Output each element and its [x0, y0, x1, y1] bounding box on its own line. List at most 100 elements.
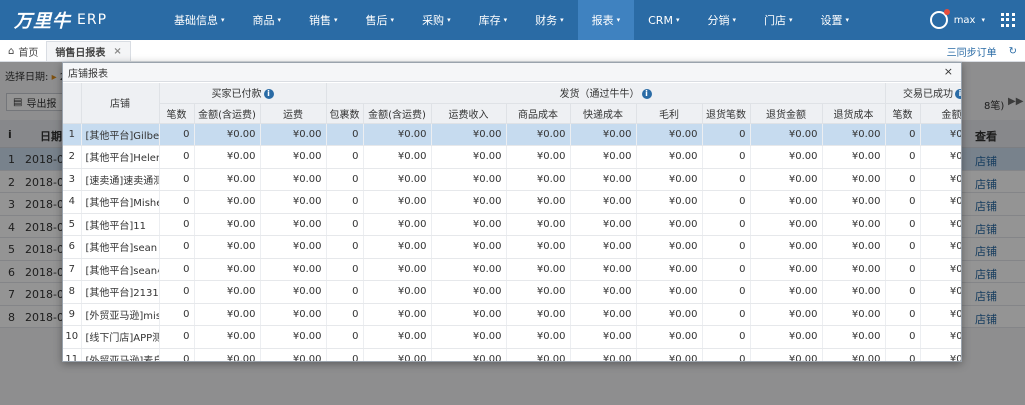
chevron-down-icon: ▾: [732, 16, 736, 24]
table-row[interactable]: 9[外贸亚马逊]mishe0¥0.00¥0.000¥0.00¥0.00¥0.00…: [63, 303, 961, 326]
row-shop-name: [其他平台]11: [81, 213, 160, 236]
table-row[interactable]: 6[其他平台]sean 的0¥0.00¥0.000¥0.00¥0.00¥0.00…: [63, 235, 961, 259]
table-row[interactable]: 3[速卖通]速卖通测试0¥0.00¥0.000¥0.00¥0.00¥0.00¥0…: [63, 168, 961, 191]
table-row[interactable]: 2[其他平台]Helen的0¥0.00¥0.000¥0.00¥0.00¥0.00…: [63, 145, 961, 169]
user-caret-icon[interactable]: ▾: [981, 16, 985, 24]
nav-item[interactable]: 设置 ▾: [807, 0, 864, 40]
row-value: 0: [885, 348, 921, 361]
modal-close-icon[interactable]: ×: [944, 65, 953, 78]
table-row[interactable]: 5 [其他平台]11 0 ¥0.00 ¥0.00 0 ¥0.00 ¥0.00 ¥0.00 ¥0.0…: [63, 213, 961, 236]
row-value: ¥0.00: [570, 213, 637, 236]
row-value: ¥0.00: [194, 213, 261, 236]
row-value: ¥0.00: [363, 303, 432, 326]
nav-item[interactable]: 销售 ▾: [295, 0, 352, 40]
nav-item[interactable]: 基础信息 ▾: [160, 0, 239, 40]
user-avatar-icon[interactable]: [929, 9, 950, 29]
row-value: 0: [885, 325, 921, 349]
nav-item[interactable]: CRM ▾: [634, 0, 693, 40]
row-value: ¥0.00: [260, 190, 327, 214]
group-success-label: 交易已成功: [903, 89, 953, 101]
row-value: 0: [885, 280, 921, 304]
info-icon[interactable]: i: [263, 89, 274, 100]
tab-close-icon[interactable]: ×: [113, 46, 121, 57]
row-shop-name: [其他平台]213123: [81, 280, 160, 304]
info-icon[interactable]: i: [955, 89, 961, 100]
row-shop-name: [外贸亚马逊]mishe: [81, 303, 160, 326]
row-index: 9: [63, 303, 82, 326]
row-value: 0: [885, 123, 921, 146]
row-value: 0: [159, 145, 195, 169]
table-row[interactable]: 7[其他平台]sean小店0¥0.00¥0.000¥0.00¥0.00¥0.00…: [63, 258, 961, 281]
row-value: 0: [159, 190, 195, 214]
row-value: ¥0.00: [506, 190, 571, 214]
nav-item[interactable]: 分销 ▾: [693, 0, 750, 40]
group-buyer-paid: 买家已付款 i: [159, 83, 327, 104]
row-value: ¥0.00: [194, 235, 261, 259]
row-value: ¥0.00: [260, 348, 327, 361]
row-value: ¥0.00: [363, 325, 432, 349]
logo[interactable]: 万里牛 ERP: [0, 7, 160, 33]
table-row[interactable]: 8[其他平台]2131230¥0.00¥0.000¥0.00¥0.00¥0.00…: [63, 280, 961, 304]
row-value: ¥0.00: [260, 168, 327, 191]
table-row[interactable]: 4[其他平台]Mishell的0¥0.00¥0.000¥0.00¥0.00¥0.…: [63, 190, 961, 214]
page-tabs: ⌂ 首页 销售日报表 × 三同步订单 ↻: [0, 40, 1025, 62]
row-value: ¥0.00: [431, 190, 507, 214]
row-value: 0: [702, 303, 751, 326]
nav-item-label: 采购: [422, 14, 445, 27]
group-shipped: 发货（通过牛牛） i: [326, 83, 886, 104]
nav-item[interactable]: 门店 ▾: [750, 0, 807, 40]
notification-dot: [943, 9, 950, 15]
shop-report-table-wrap[interactable]: 店铺 买家已付款 i 发货（通过牛牛） i 交易已成功 i 笔数 金额(含运费) 运费 包裹…: [63, 83, 961, 361]
user-name[interactable]: max: [954, 15, 976, 26]
row-value: ¥0.00: [431, 213, 507, 236]
row-value: ¥0.00: [260, 213, 327, 236]
chevron-down-icon: ▾: [616, 16, 621, 24]
row-value: ¥0.00: [431, 280, 507, 304]
row-value: ¥0.00: [920, 145, 961, 169]
nav-item[interactable]: 售后 ▾: [352, 0, 409, 40]
row-value: ¥0.00: [570, 280, 637, 304]
refresh-icon[interactable]: ↻: [1009, 46, 1017, 57]
row-value: ¥0.00: [260, 325, 327, 349]
tab-home[interactable]: ⌂ 首页: [0, 41, 46, 61]
row-shop-name: [线下门店]APP测试: [81, 325, 160, 349]
nav-item[interactable]: 财务 ▾: [521, 0, 578, 40]
table-row[interactable]: 11[外贸亚马逊]麦自店0¥0.00¥0.000¥0.00¥0.00¥0.00¥…: [63, 348, 961, 361]
sync-orders-button[interactable]: 三同步订单: [947, 44, 997, 59]
row-value: 0: [159, 213, 195, 236]
row-value: 0: [159, 303, 195, 326]
chevron-down-icon: ▾: [277, 16, 282, 24]
row-shop-name: [其他平台]sean小店: [81, 258, 160, 281]
nav-item[interactable]: 报表 ▾: [577, 0, 635, 40]
row-shop-name: [其他平台]Mishell的: [81, 190, 160, 214]
shop-report-table: 店铺 买家已付款 i 发货（通过牛牛） i 交易已成功 i 笔数 金额(含运费) 运费 包裹…: [63, 83, 961, 361]
column-header: 商品成本: [506, 103, 571, 124]
table-row[interactable]: 1[其他平台]Gilbert的0¥0.00¥0.000¥0.00¥0.00¥0.…: [63, 123, 961, 146]
row-value: ¥0.00: [506, 280, 571, 304]
row-value: ¥0.00: [431, 235, 507, 259]
row-value: ¥0.00: [822, 168, 886, 191]
row-value: 0: [702, 325, 751, 349]
row-value: 0: [326, 123, 364, 146]
row-value: ¥0.00: [194, 303, 261, 326]
nav-item-label: 商品: [252, 14, 275, 27]
row-value: ¥0.00: [506, 213, 571, 236]
apps-grid-icon[interactable]: [1001, 13, 1015, 27]
row-value: ¥0.00: [363, 258, 432, 281]
nav-item-label: 报表: [591, 14, 614, 27]
row-value: ¥0.00: [570, 145, 637, 169]
tab-sales-daily-report[interactable]: 销售日报表 ×: [46, 41, 131, 61]
nav-item-label: 设置: [820, 14, 843, 27]
info-icon[interactable]: i: [641, 89, 652, 100]
row-value: 0: [159, 258, 195, 281]
user-box[interactable]: max ▾: [929, 0, 1015, 40]
row-value: 0: [702, 190, 751, 214]
nav-item[interactable]: 采购 ▾: [408, 0, 465, 40]
row-value: ¥0.00: [506, 168, 571, 191]
column-header: 退货成本: [822, 103, 886, 124]
row-value: ¥0.00: [194, 280, 261, 304]
nav-item[interactable]: 库存 ▾: [465, 0, 522, 40]
row-value: ¥0.00: [363, 145, 432, 169]
nav-item[interactable]: 商品 ▾: [239, 0, 296, 40]
table-row[interactable]: 10[线下门店]APP测试0¥0.00¥0.000¥0.00¥0.00¥0.00…: [63, 325, 961, 349]
